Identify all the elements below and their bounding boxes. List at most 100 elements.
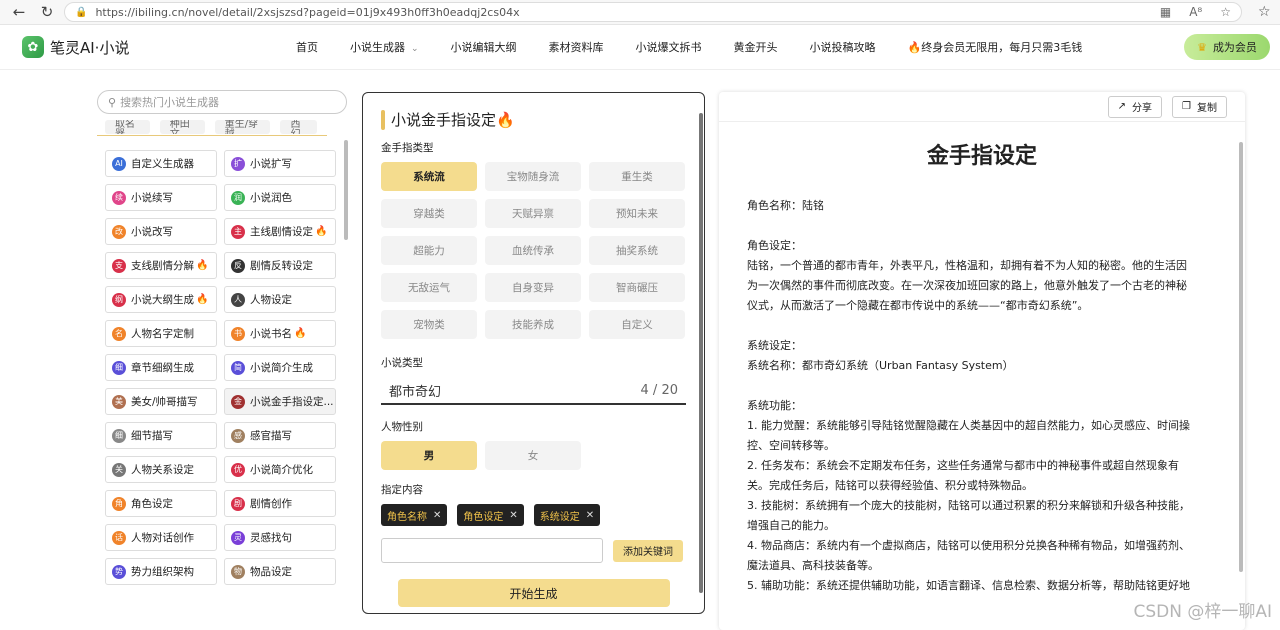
tag-item[interactable]: 重生/穿越 <box>214 120 271 134</box>
sidebar-tool-item[interactable]: 支支线剧情分解 🔥 <box>105 252 217 279</box>
become-member-button[interactable]: ♛ 成为会员 <box>1184 34 1270 60</box>
nav-golden-opening[interactable]: 黄金开头 <box>734 39 778 55</box>
lock-icon: 🔒 <box>75 6 88 18</box>
type-option[interactable]: 无敌运气 <box>381 273 477 302</box>
sidebar-tool-item[interactable]: 改小说改写 <box>105 218 217 245</box>
sidebar-tool-item[interactable]: 主主线剧情设定 🔥 <box>224 218 336 245</box>
chevron-down-icon: ⌄ <box>411 44 419 54</box>
nav-breakdown[interactable]: 小说爆文拆书 <box>636 39 702 55</box>
tool-icon: 物 <box>231 564 245 579</box>
sidebar-tool-item[interactable]: 话人物对话创作 <box>105 524 217 551</box>
type-option[interactable]: 抽奖系统 <box>589 236 685 265</box>
tool-label: 物品设定 <box>250 566 292 578</box>
tool-icon: 简 <box>231 360 245 375</box>
tag-item[interactable]: 西幻 <box>280 120 317 134</box>
sidebar-tool-item[interactable]: 金小说金手指设定... <box>224 388 336 415</box>
type-option[interactable]: 宝物随身流 <box>485 162 581 191</box>
tool-label: 主线剧情设定 <box>250 226 313 238</box>
copy-button[interactable]: ❐ 复制 <box>1172 95 1227 118</box>
nav-materials[interactable]: 素材资料库 <box>549 39 604 55</box>
promo-link[interactable]: 🔥终身会员无限用，每月只需3毛钱 <box>908 39 1083 55</box>
doc-line: 关。完成任务后，陆铭可以获得经验值、积分或特殊物品。 <box>747 479 1033 492</box>
type-option[interactable]: 重生类 <box>589 162 685 191</box>
keyword-input[interactable] <box>381 538 603 563</box>
add-keyword-button[interactable]: 添加关键词 <box>613 539 683 562</box>
type-option[interactable]: 天赋异禀 <box>485 199 581 228</box>
gender-female-option[interactable]: 女 <box>485 441 581 470</box>
sidebar-tool-item[interactable]: 扩小说扩写 <box>224 150 336 177</box>
nav-generator[interactable]: 小说生成器 ⌄ <box>350 39 419 55</box>
sidebar-tool-item[interactable]: 剧剧情创作 <box>224 490 336 517</box>
address-bar[interactable]: 🔒 https://ibiling.cn/novel/detail/2xsjsz… <box>64 2 1242 22</box>
type-option[interactable]: 宠物类 <box>381 310 477 339</box>
tool-icon: 金 <box>231 394 245 409</box>
generate-button[interactable]: 开始生成 <box>397 579 670 607</box>
sidebar-tool-item[interactable]: 角角色设定 <box>105 490 217 517</box>
category-tags: 取名器 种田文 重生/穿越 西幻 <box>97 120 327 136</box>
tag-item[interactable]: 种田文 <box>159 120 205 134</box>
nav-home[interactable]: 首页 <box>296 39 318 55</box>
sidebar-tool-item[interactable]: 纲小说大纲生成 🔥 <box>105 286 217 313</box>
search-input[interactable]: ⚲ 搜索热门小说生成器 <box>97 90 347 114</box>
sidebar-tool-item[interactable]: 感感官描写 <box>224 422 336 449</box>
sidebar-tool-item[interactable]: AI 自定义生成器 <box>105 150 217 177</box>
sidebar-tool-item[interactable]: 灵灵感找句 <box>224 524 336 551</box>
browser-favorites-icon[interactable]: ☆ <box>1258 4 1271 20</box>
back-icon[interactable]: ← <box>8 1 30 23</box>
gender-male-option[interactable]: 男 <box>381 441 477 470</box>
sidebar-tool-item[interactable]: 物物品设定 <box>224 558 336 585</box>
tool-label: 小说改写 <box>131 226 173 238</box>
doc-line: 5. 辅助功能：系统还提供辅助功能，如语言翻译、信息检索、数据分析等，帮助陆铭更… <box>747 579 1190 592</box>
sidebar-tool-item[interactable]: 细细节描写 <box>105 422 217 449</box>
tag-item[interactable]: 取名器 <box>105 120 150 134</box>
genre-input[interactable]: 都市奇幻 4 / 20 <box>381 377 686 405</box>
type-option[interactable]: 预知未来 <box>589 199 685 228</box>
read-aloud-icon[interactable]: A⁸ <box>1189 5 1202 19</box>
keyword-chip: 角色名称 ✕ <box>381 504 448 526</box>
close-icon[interactable]: ✕ <box>433 510 441 521</box>
result-document-panel: ↗ 分享 ❐ 复制 金手指设定 角色名称：陆铭 角色设定： 陆铭，一个普通的都市青年，外… <box>719 92 1245 630</box>
reload-icon[interactable]: ↻ <box>36 1 58 23</box>
type-option[interactable]: 自身变异 <box>485 273 581 302</box>
type-option[interactable]: 血统传承 <box>485 236 581 265</box>
type-option[interactable]: 技能养成 <box>485 310 581 339</box>
type-option[interactable]: 系统流 <box>381 162 477 191</box>
doc-scrollbar[interactable] <box>1239 142 1243 572</box>
type-option[interactable]: 穿越类 <box>381 199 477 228</box>
tool-grid: AI 自定义生成器扩小说扩写续小说续写润小说润色改小说改写主主线剧情设定 🔥 支支线剧… <box>105 150 349 585</box>
gender-options: 男 女 <box>381 441 686 470</box>
doc-line: 增强自己的能力。 <box>747 519 835 532</box>
sidebar-tool-item[interactable]: 书小说书名 🔥 <box>224 320 336 347</box>
tool-icon: 续 <box>112 190 126 205</box>
close-icon[interactable]: ✕ <box>509 510 517 521</box>
tool-label: 小说简介生成 <box>250 362 313 374</box>
search-placeholder: 搜索热门小说生成器 <box>120 96 220 109</box>
tool-label: 势力组织架构 <box>131 566 194 578</box>
tool-icon: 主 <box>231 224 245 239</box>
close-icon[interactable]: ✕ <box>586 510 594 521</box>
sidebar-tool-item[interactable]: 名人物名字定制 <box>105 320 217 347</box>
sidebar-tool-item[interactable]: 续小说续写 <box>105 184 217 211</box>
sidebar-tool-item[interactable]: 势势力组织架构 <box>105 558 217 585</box>
apps-icon[interactable]: ▦ <box>1160 5 1171 19</box>
doc-line: 系统功能： <box>747 399 802 412</box>
share-button[interactable]: ↗ 分享 <box>1107 95 1163 118</box>
nav-submission-guide[interactable]: 小说投稿攻略 <box>810 39 876 55</box>
sidebar-tool-item[interactable]: 人人物设定 <box>224 286 336 313</box>
form-scrollbar[interactable] <box>699 113 703 593</box>
sidebar-scrollbar[interactable] <box>344 140 348 240</box>
sidebar-tool-item[interactable]: 简小说简介生成 <box>224 354 336 381</box>
sidebar-tool-item[interactable]: 润小说润色 <box>224 184 336 211</box>
logo[interactable]: ✿ 笔灵AI·小说 <box>22 36 272 58</box>
type-option[interactable]: 智商碾压 <box>589 273 685 302</box>
nav-outline[interactable]: 小说编辑大纲 <box>451 39 517 55</box>
type-option[interactable]: 自定义 <box>589 310 685 339</box>
sidebar-tool-item[interactable]: 反剧情反转设定 <box>224 252 336 279</box>
type-option[interactable]: 超能力 <box>381 236 477 265</box>
sidebar-tool-item[interactable]: 美美女/帅哥描写 <box>105 388 217 415</box>
tool-icon: 关 <box>112 462 126 477</box>
sidebar-tool-item[interactable]: 优小说简介优化 <box>224 456 336 483</box>
sidebar-tool-item[interactable]: 细章节细纲生成 <box>105 354 217 381</box>
favorite-star-icon[interactable]: ☆ <box>1220 5 1231 19</box>
sidebar-tool-item[interactable]: 关人物关系设定 <box>105 456 217 483</box>
